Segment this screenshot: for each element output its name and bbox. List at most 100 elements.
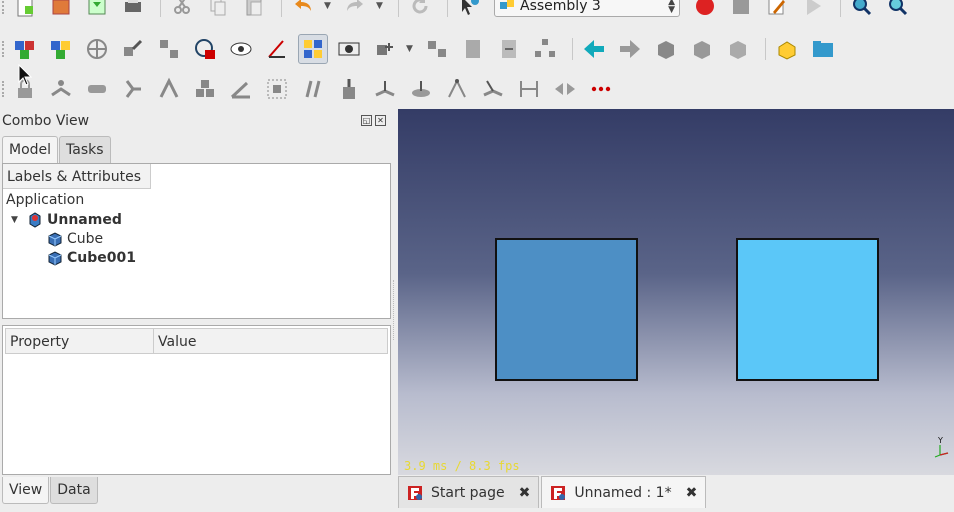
axial-move-icon[interactable] [118,34,148,64]
toggle-visibility-icon[interactable] [226,34,256,64]
open-document-button[interactable] [46,0,76,21]
cut-icon[interactable] [167,0,197,21]
paste-icon[interactable] [239,0,269,21]
document-tab-bar: Start page ✖ Unnamed : 1* ✖ [398,476,708,508]
property-view-tabs: View Data [2,477,99,504]
undo-dropdown-icon[interactable]: ▼ [324,1,334,11]
origin-dropdown-icon[interactable]: ▼ [406,44,416,54]
run-macro-icon[interactable] [798,0,828,21]
axis-y-label: Y [937,436,943,445]
add-axis-icon[interactable] [422,34,452,64]
tree-column-header[interactable]: Labels & Attributes [3,164,151,189]
multi-parallel-icon[interactable] [190,74,220,104]
save-document-button[interactable] [82,0,112,21]
property-column-header[interactable]: Property [6,329,154,353]
axial-alignment-icon[interactable] [118,74,148,104]
more-options-icon[interactable] [586,74,616,104]
toolbar-grip[interactable] [2,41,6,57]
move-part-icon[interactable] [82,34,112,64]
tree-item-cube001[interactable]: Cube001 [47,250,136,266]
trace-part-icon[interactable] [262,34,292,64]
collapse-triangle-icon[interactable]: ▼ [11,215,27,225]
tab-label: Unnamed : 1* [574,484,672,501]
lock-icon[interactable] [190,34,220,64]
tab-tasks[interactable]: Tasks [59,136,111,163]
solve-icon[interactable] [651,34,681,64]
same-orientation-icon[interactable] [154,74,184,104]
new-assembly-icon[interactable] [10,34,40,64]
undo-icon[interactable] [288,0,318,21]
close-panel-icon[interactable]: ✕ [375,115,386,126]
view-fit-selection-icon[interactable] [883,0,913,21]
arrow-left-icon[interactable] [579,34,609,64]
record-macro-icon[interactable] [690,0,720,21]
value-column-header[interactable]: Value [154,329,196,353]
toolbar-separator [765,38,766,60]
toolbar-row-constraints [0,70,954,108]
float-panel-icon[interactable]: ◱ [361,115,372,126]
tree-item-cube[interactable]: Cube [47,231,103,247]
tab-view[interactable]: View [2,477,50,504]
points-symmetric-icon[interactable] [550,74,580,104]
tab-start-page[interactable]: Start page ✖ [398,476,540,508]
edit-macro-icon[interactable] [762,0,792,21]
point-on-circle-icon[interactable] [406,74,436,104]
add-workplane-icon[interactable] [298,34,328,64]
arrow-right-icon[interactable] [615,34,645,64]
property-header: Property Value [5,328,388,354]
toolbar-separator [398,0,399,17]
combo-view-title: Combo View [2,113,90,129]
add-plane-icon[interactable] [458,34,488,64]
refresh-icon[interactable] [405,0,435,21]
tab-model[interactable]: Model [2,136,59,163]
toolbar-grip[interactable] [2,0,6,14]
new-document-button[interactable] [10,0,40,21]
tree-item-document[interactable]: ▼ Unnamed [11,212,122,228]
cube001-object[interactable] [736,238,879,381]
3d-viewport[interactable]: 3.9 ms / 8.3 fps Y [398,109,954,475]
point-on-plane-icon[interactable] [370,74,400,104]
add-part-icon[interactable] [772,34,802,64]
stop-macro-icon[interactable] [726,0,756,21]
copy-icon[interactable] [203,0,233,21]
cube-part-icon [48,251,62,266]
print-button[interactable] [118,0,148,21]
auto-recompute-icon[interactable] [723,34,753,64]
add-origin-icon[interactable] [370,34,400,64]
mouse-cursor-icon [18,64,32,86]
tab-label: Start page [431,484,505,501]
plane-alignment-icon[interactable] [82,74,112,104]
view-fit-all-icon[interactable] [847,0,877,21]
perpendicular-icon[interactable] [262,74,292,104]
tree-application-label: Application [6,192,85,208]
close-tab-icon[interactable]: ✖ [519,485,531,501]
points-distance-icon[interactable] [442,74,472,104]
freecad-icon [551,485,566,500]
tab-unnamed[interactable]: Unnamed : 1* ✖ [541,476,707,508]
point-plane-distance-icon[interactable] [478,74,508,104]
workbench-selector[interactable]: Assembly 3 ▲ ▼ [494,0,680,17]
plane-coincident-icon[interactable] [46,74,76,104]
point-on-line-icon[interactable] [334,74,364,104]
cube-object[interactable] [495,238,638,381]
points-horizontal-icon[interactable] [514,74,544,104]
add-placement-icon[interactable] [494,34,524,64]
angle-constraint-icon[interactable] [226,74,256,104]
redo-icon[interactable] [340,0,370,21]
assembly-tree-icon[interactable] [530,34,560,64]
toolbar-grip[interactable] [2,81,6,97]
whats-this-icon[interactable] [454,0,484,21]
quick-solve-icon[interactable] [687,34,717,64]
panel-splitter[interactable] [393,280,396,340]
tree-item-label: Cube001 [67,250,136,266]
redo-dropdown-icon[interactable]: ▼ [376,1,386,11]
parallel-icon[interactable] [298,74,328,104]
eye-icon[interactable] [334,34,364,64]
new-element-icon[interactable] [46,34,76,64]
open-folder-icon[interactable] [808,34,838,64]
toolbar-separator [447,0,448,17]
workbench-selector-label: Assembly 3 [520,0,601,14]
close-tab-icon[interactable]: ✖ [686,485,698,501]
tab-data[interactable]: Data [50,477,98,504]
quick-move-icon[interactable] [154,34,184,64]
